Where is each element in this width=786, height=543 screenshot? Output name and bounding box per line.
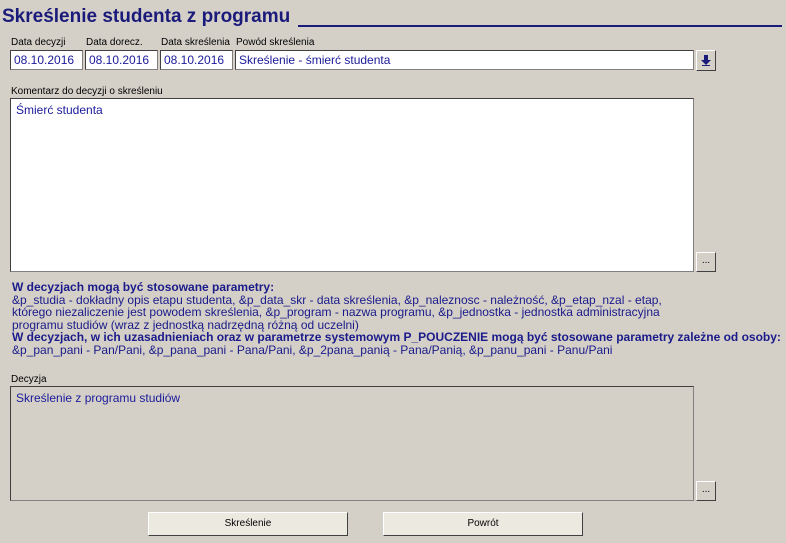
- data-decyzji-field[interactable]: 08.10.2016: [10, 50, 83, 70]
- page-title: Skreślenie studenta z programu: [2, 6, 291, 27]
- skreslenie-button[interactable]: Skreślenie: [148, 512, 348, 536]
- label-decyzja: Decyzja: [11, 374, 47, 385]
- info-line-2: którego niezaliczenie jest powodem skreś…: [12, 305, 660, 319]
- label-komentarz: Komentarz do decyzji o skreśleniu: [11, 86, 163, 97]
- decyzja-expand-button[interactable]: ...: [696, 481, 716, 501]
- title-underline: [298, 25, 782, 27]
- parameters-info: W decyzjach mogą być stosowane parametry…: [12, 281, 782, 356]
- info-heading-2: W decyzjach, w ich uzasadnieniach oraz w…: [12, 330, 781, 344]
- label-data-skreslenia: Data skreślenia: [161, 37, 230, 48]
- komentarz-textarea[interactable]: Śmierć studenta: [10, 98, 694, 272]
- decyzja-textarea[interactable]: Skreślenie z programu studiów: [10, 386, 694, 501]
- label-powod: Powód skreślenia: [236, 37, 315, 48]
- info-line-4: &p_pan_pani - Pan/Pani, &p_pana_pani - P…: [12, 342, 613, 357]
- data-skreslenia-field[interactable]: 08.10.2016: [160, 50, 233, 70]
- powod-field[interactable]: Skreślenie - śmierć studenta: [235, 50, 694, 70]
- arrow-down-icon: [701, 55, 711, 66]
- info-heading-1: W decyzjach mogą być stosowane parametry…: [12, 280, 275, 294]
- powod-dropdown-button[interactable]: [696, 50, 716, 71]
- komentarz-expand-button[interactable]: ...: [696, 252, 716, 272]
- data-doreczenia-field[interactable]: 08.10.2016: [85, 50, 158, 70]
- powrot-button[interactable]: Powrót: [383, 512, 583, 536]
- label-data-doreczenia: Data dorecz.: [86, 37, 143, 48]
- label-data-decyzji: Data decyzji: [11, 37, 66, 48]
